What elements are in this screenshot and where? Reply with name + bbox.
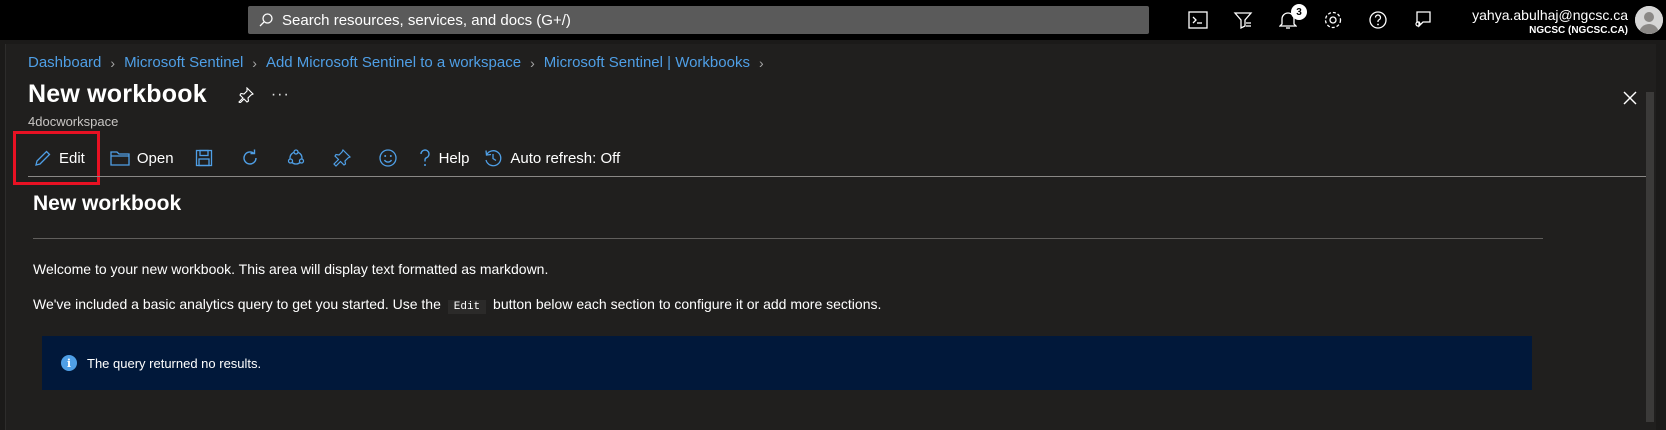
- auto-refresh-label: Auto refresh: Off: [510, 149, 621, 167]
- breadcrumb-sentinel-workbooks[interactable]: Microsoft Sentinel | Workbooks: [544, 54, 750, 71]
- help-icon: [1368, 11, 1387, 29]
- instructions-text-after: button below each section to configure i…: [493, 296, 882, 312]
- search-icon: [259, 13, 273, 27]
- directory-filter-button[interactable]: [1220, 0, 1265, 40]
- chevron-right-icon: ›: [758, 54, 764, 71]
- account-email: yahya.abulhaj@ngcsc.ca: [1472, 7, 1628, 23]
- help-label: Help: [438, 149, 470, 167]
- save-button[interactable]: [181, 142, 227, 174]
- welcome-text: Welcome to your new workbook. This area …: [33, 261, 549, 277]
- open-label: Open: [136, 149, 174, 167]
- search-input[interactable]: Search resources, services, and docs (G+…: [248, 6, 1149, 34]
- pin-button[interactable]: [235, 84, 257, 106]
- settings-button[interactable]: [1310, 0, 1355, 40]
- workbook-heading: New workbook: [33, 192, 182, 215]
- top-bar: Search resources, services, and docs (G+…: [0, 0, 1666, 40]
- chevron-right-icon: ›: [110, 54, 116, 71]
- save-icon: [195, 149, 212, 167]
- edit-icon: [35, 150, 51, 166]
- folder-icon: [110, 151, 130, 166]
- breadcrumb-microsoft-sentinel[interactable]: Microsoft Sentinel: [124, 54, 243, 71]
- query-result-message: i The query returned no results.: [42, 336, 1532, 390]
- question-icon: [419, 149, 430, 166]
- help-toolbar-button[interactable]: Help: [411, 142, 477, 174]
- smiley-icon: [378, 149, 397, 167]
- content-divider: [33, 238, 1543, 239]
- workbook-content: New workbook Welcome to your new workboo…: [33, 184, 1643, 314]
- workbook-blade: Dashboard › Microsoft Sentinel › Add Mic…: [5, 44, 1656, 430]
- open-button[interactable]: Open: [103, 142, 181, 174]
- cloud-shell-button[interactable]: [1175, 0, 1220, 40]
- auto-refresh-button[interactable]: Auto refresh: Off: [476, 142, 627, 174]
- clock-refresh-icon: [485, 150, 502, 167]
- more-options-button[interactable]: ···: [271, 86, 290, 104]
- refresh-icon: [242, 149, 257, 165]
- instructions-text-before: We've included a basic analytics query t…: [33, 296, 441, 312]
- close-button[interactable]: [1620, 88, 1640, 108]
- close-icon: [1623, 91, 1637, 105]
- edit-button[interactable]: Edit: [13, 131, 100, 185]
- pin-to-dashboard-button[interactable]: [319, 142, 365, 174]
- info-icon: i: [61, 355, 77, 371]
- share-icon: [287, 149, 304, 165]
- breadcrumb-add-sentinel-workspace[interactable]: Add Microsoft Sentinel to a workspace: [266, 54, 521, 71]
- toolbar-divider: [28, 176, 1648, 177]
- search-placeholder: Search resources, services, and docs (G+…: [282, 11, 571, 29]
- instructions-text: We've included a basic analytics query t…: [33, 296, 1643, 314]
- notification-badge: 3: [1291, 4, 1307, 20]
- feedback-button[interactable]: [1400, 0, 1445, 40]
- breadcrumb: Dashboard › Microsoft Sentinel › Add Mic…: [28, 54, 773, 71]
- workbook-toolbar: Edit Open Help Auto refresh: Off: [13, 131, 627, 185]
- directory-filter-icon: [1233, 12, 1252, 30]
- feedback-smiley-button[interactable]: [365, 142, 411, 174]
- settings-icon: [1324, 11, 1341, 29]
- page-subtitle: 4docworkspace: [28, 114, 119, 129]
- edit-label: Edit: [59, 149, 85, 167]
- chevron-right-icon: ›: [530, 54, 535, 71]
- vertical-scrollbar[interactable]: [1646, 92, 1654, 422]
- account-tenant: NGCSC (NGCSC.CA): [1529, 25, 1628, 36]
- avatar[interactable]: [1635, 6, 1663, 34]
- breadcrumb-dashboard[interactable]: Dashboard: [28, 54, 101, 71]
- pin-icon: [238, 86, 254, 103]
- help-button[interactable]: [1355, 0, 1400, 40]
- share-button[interactable]: [273, 142, 319, 174]
- avatar-image: [1635, 6, 1663, 34]
- inline-code-edit: Edit: [447, 300, 487, 314]
- notifications-button[interactable]: 3: [1265, 0, 1310, 40]
- page-title: New workbook: [28, 80, 207, 108]
- pin-icon: [332, 149, 351, 167]
- account-menu[interactable]: yahya.abulhaj@ngcsc.ca NGCSC (NGCSC.CA): [1472, 7, 1628, 37]
- refresh-button[interactable]: [227, 142, 273, 174]
- no-results-text: The query returned no results.: [87, 355, 262, 371]
- feedback-icon: [1414, 11, 1431, 28]
- cloud-shell-icon: [1187, 11, 1208, 29]
- chevron-right-icon: ›: [252, 54, 257, 71]
